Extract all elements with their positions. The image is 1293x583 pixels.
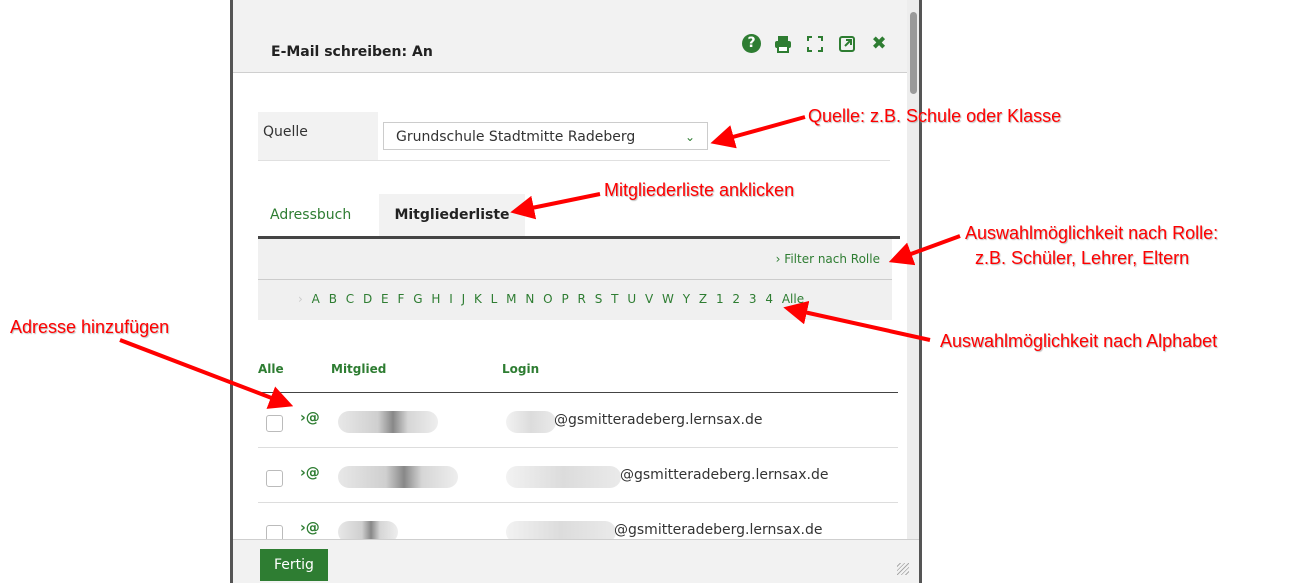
role-filter-bar: › Filter nach Rolle <box>258 239 892 280</box>
fullscreen-icon[interactable] <box>805 34 825 54</box>
dialog-footer: Fertig <box>233 539 919 583</box>
dialog-content: Quelle Grundschule Stadtmitte Radeberg ⌄… <box>255 72 900 540</box>
help-icon[interactable]: ? <box>742 34 761 53</box>
alpha-all[interactable]: Alle <box>782 292 804 306</box>
alpha-letter[interactable]: H <box>431 292 440 306</box>
dialog-titlebar: E-Mail schreiben: An ? ✖ <box>233 0 919 73</box>
alpha-letter[interactable]: K <box>474 292 482 306</box>
login-domain: @gsmitteradeberg.lernsax.de <box>614 522 823 538</box>
add-address-button[interactable]: ›@ <box>300 520 320 536</box>
member-name-redacted <box>338 411 438 433</box>
alpha-letter[interactable]: U <box>627 292 636 306</box>
annotation-member-list: Mitgliederliste anklicken <box>604 180 795 200</box>
tab-bar: Adressbuch Mitgliederliste <box>258 194 900 239</box>
alpha-letter[interactable]: O <box>543 292 552 306</box>
close-icon[interactable]: ✖ <box>869 34 889 54</box>
alpha-letter[interactable]: S <box>595 292 603 306</box>
role-filter-link[interactable]: › Filter nach Rolle <box>776 252 880 266</box>
alpha-letter[interactable]: T <box>611 292 618 306</box>
alpha-letter[interactable]: A <box>312 292 320 306</box>
titlebar-toolbar: ? ✖ <box>742 34 889 54</box>
external-link-icon[interactable] <box>837 34 857 54</box>
alpha-letter[interactable]: 2 <box>732 292 740 306</box>
alpha-prefix: › <box>298 292 303 306</box>
alpha-letter[interactable]: M <box>506 292 516 306</box>
alpha-letter[interactable]: Z <box>699 292 707 306</box>
tab-address-book[interactable]: Adressbuch <box>270 194 351 236</box>
chevron-down-icon: ⌄ <box>684 130 695 144</box>
alpha-letter[interactable]: C <box>346 292 354 306</box>
alphabet-filter: › A B C D E F G H I J K L M N O P R S T <box>298 292 809 306</box>
done-button[interactable]: Fertig <box>260 549 328 581</box>
login-name-redacted <box>506 521 616 540</box>
row-checkbox[interactable] <box>266 415 283 432</box>
alpha-letter[interactable]: F <box>397 292 404 306</box>
source-label: Quelle <box>258 112 378 160</box>
alpha-letter[interactable]: B <box>329 292 337 306</box>
header-member[interactable]: Mitglied <box>331 362 386 376</box>
alpha-letter[interactable]: G <box>413 292 422 306</box>
login-domain: @gsmitteradeberg.lernsax.de <box>620 467 829 483</box>
table-row: ›@ @gsmitteradeberg.lernsax.de <box>258 448 898 503</box>
resize-grip-icon[interactable] <box>897 563 909 575</box>
annotation-alphabet: Auswahlmöglichkeit nach Alphabet <box>940 331 1218 351</box>
tab-member-list[interactable]: Mitgliederliste <box>379 194 525 236</box>
alpha-letter[interactable]: R <box>578 292 586 306</box>
member-table-body: ›@ @gsmitteradeberg.lernsax.de ›@ @gsmit… <box>258 393 898 540</box>
annotation-role-line1: Auswahlmöglichkeit nach Rolle: <box>965 223 1219 243</box>
alpha-letter[interactable]: J <box>462 292 466 306</box>
print-icon[interactable] <box>773 34 793 54</box>
annotation-role-line2: z.B. Schüler, Lehrer, Eltern <box>975 248 1190 268</box>
row-checkbox[interactable] <box>266 525 283 540</box>
header-login[interactable]: Login <box>502 362 539 376</box>
source-select[interactable]: Grundschule Stadtmitte Radeberg ⌄ <box>383 122 708 150</box>
header-select-all[interactable]: Alle <box>258 362 284 376</box>
alpha-letter[interactable]: N <box>525 292 534 306</box>
alpha-letter[interactable]: D <box>363 292 372 306</box>
login-name-redacted <box>506 411 556 433</box>
scrollbar[interactable] <box>907 0 919 540</box>
annotation-add-address: Adresse hinzufügen <box>10 317 170 337</box>
row-checkbox[interactable] <box>266 470 283 487</box>
member-name-redacted <box>338 521 398 540</box>
annotation-source: Quelle: z.B. Schule oder Klasse <box>808 106 1062 126</box>
alpha-letter[interactable]: 1 <box>716 292 724 306</box>
table-row: ›@ @gsmitteradeberg.lernsax.de <box>258 393 898 448</box>
alpha-letter[interactable]: 4 <box>765 292 773 306</box>
alpha-letter[interactable]: 3 <box>749 292 757 306</box>
dialog-title: E-Mail schreiben: An <box>271 44 433 60</box>
alpha-letter[interactable]: Y <box>683 292 690 306</box>
login-domain: @gsmitteradeberg.lernsax.de <box>554 412 763 428</box>
alpha-letter[interactable]: W <box>662 292 674 306</box>
alpha-letter[interactable]: E <box>381 292 389 306</box>
alpha-letter[interactable]: V <box>645 292 653 306</box>
scrollbar-thumb[interactable] <box>910 12 917 94</box>
source-row: Quelle Grundschule Stadtmitte Radeberg ⌄ <box>258 112 890 161</box>
login-name-redacted <box>506 466 621 488</box>
alpha-letter[interactable]: L <box>491 292 498 306</box>
alpha-letter[interactable]: I <box>449 292 453 306</box>
email-recipient-dialog: E-Mail schreiben: An ? ✖ Quelle Grundsch… <box>230 0 922 583</box>
member-table-header: Alle Mitglied Login <box>258 354 898 393</box>
source-selected-value: Grundschule Stadtmitte Radeberg <box>396 129 636 145</box>
add-address-button[interactable]: ›@ <box>300 465 320 481</box>
alphabet-bar: › A B C D E F G H I J K L M N O P R S T <box>258 280 892 320</box>
add-address-button[interactable]: ›@ <box>300 410 320 426</box>
member-name-redacted <box>338 466 458 488</box>
table-row: ›@ @gsmitteradeberg.lernsax.de <box>258 503 898 540</box>
alpha-letter[interactable]: P <box>561 292 568 306</box>
